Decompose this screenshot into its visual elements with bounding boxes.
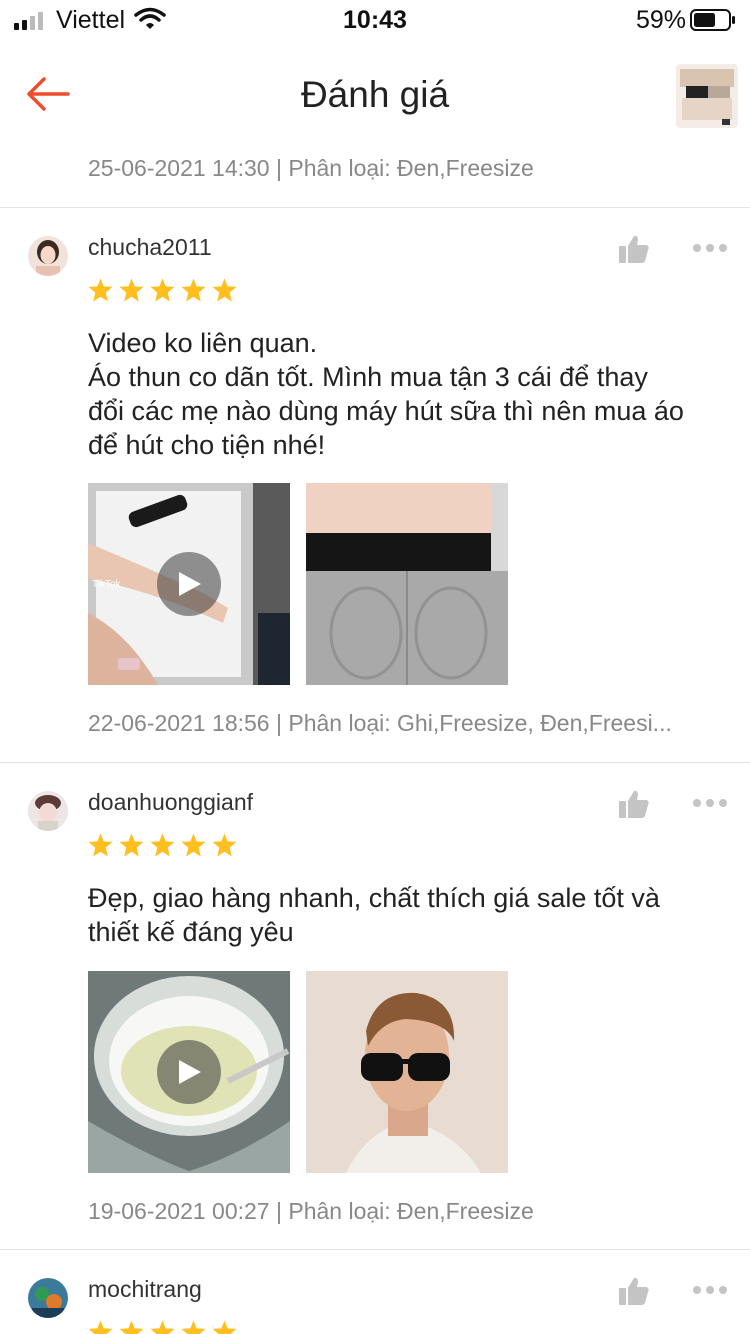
- star-icon: [119, 278, 144, 302]
- more-options-icon[interactable]: [692, 798, 728, 808]
- star-icon: [212, 1320, 237, 1334]
- star-rating: [88, 1320, 237, 1334]
- star-icon: [150, 1320, 175, 1334]
- review-photo[interactable]: [306, 483, 508, 685]
- star-icon: [212, 278, 237, 302]
- reviewer-username[interactable]: chucha2011: [88, 234, 212, 261]
- star-icon: [150, 278, 175, 302]
- review-meta-line: 22-06-2021 18:56 | Phân loại: Ghi,Freesi…: [88, 710, 672, 736]
- reviewer-username[interactable]: doanhuonggianf: [88, 789, 253, 816]
- user-avatar[interactable]: [28, 1278, 68, 1318]
- review-card: doanhuonggianf Đẹp, giao hàng nhanh, chấ…: [0, 763, 750, 1250]
- tiktok-watermark: TikTok: [92, 579, 121, 590]
- status-bar: Viettel 10:43 59%: [0, 0, 750, 42]
- review-card: chucha2011 Video ko liên quan. Áo thun c…: [0, 208, 750, 763]
- review-text-line: thiết kế đáng yêu: [88, 917, 294, 947]
- review-video-thumbnail[interactable]: TikTok: [88, 483, 290, 685]
- battery-percentage: 59%: [635, 6, 686, 34]
- more-options-icon[interactable]: [692, 243, 728, 253]
- star-icon: [181, 1320, 206, 1334]
- page-title: Đánh giá: [300, 74, 450, 115]
- review-meta-line: 19-06-2021 00:27 | Phân loại: Đen,Freesi…: [88, 1198, 534, 1224]
- star-rating: [88, 833, 237, 857]
- review-text-line: Áo thun co dãn tốt. Mình mua tận 3 cái đ…: [88, 362, 648, 392]
- user-avatar[interactable]: [28, 791, 68, 831]
- review-text: Video ko liên quan. Áo thun co dãn tốt. …: [88, 326, 728, 462]
- star-icon: [181, 278, 206, 302]
- star-icon: [150, 833, 175, 857]
- review-text-line: đổi các mẹ nào dùng máy hút sữa thì nên …: [88, 396, 684, 426]
- star-icon: [119, 1320, 144, 1334]
- review-text-line: để hút cho tiện nhé!: [88, 430, 326, 460]
- star-icon: [181, 833, 206, 857]
- star-icon: [212, 833, 237, 857]
- play-icon[interactable]: [157, 1040, 221, 1104]
- review-meta-line: 25-06-2021 14:30 | Phân loại: Đen,Freesi…: [88, 155, 534, 181]
- review-text-line: Đẹp, giao hàng nhanh, chất thích giá sal…: [88, 883, 660, 913]
- star-icon: [88, 833, 113, 857]
- review-text: Đẹp, giao hàng nhanh, chất thích giá sal…: [88, 881, 728, 949]
- reviewer-username[interactable]: mochitrang: [88, 1276, 202, 1303]
- thumbs-up-icon[interactable]: [618, 234, 650, 264]
- review-photo-image: [306, 971, 508, 1173]
- star-icon: [88, 1320, 113, 1334]
- review-card: mochitrang: [0, 1250, 750, 1334]
- battery-icon: [690, 9, 735, 31]
- review-text-line: Video ko liên quan.: [88, 328, 318, 358]
- star-icon: [88, 278, 113, 302]
- review-photo[interactable]: [306, 971, 508, 1173]
- thumbs-up-icon[interactable]: [618, 1276, 650, 1306]
- star-icon: [119, 833, 144, 857]
- more-options-icon[interactable]: [692, 1285, 728, 1295]
- navigation-header: Đánh giá: [0, 42, 750, 152]
- thumbs-up-icon[interactable]: [618, 789, 650, 819]
- review-photo-image: [306, 483, 508, 685]
- star-rating: [88, 278, 237, 302]
- user-avatar[interactable]: [28, 236, 68, 276]
- product-thumbnail[interactable]: [676, 64, 738, 128]
- review-video-thumbnail[interactable]: [88, 971, 290, 1173]
- play-icon[interactable]: [157, 552, 221, 616]
